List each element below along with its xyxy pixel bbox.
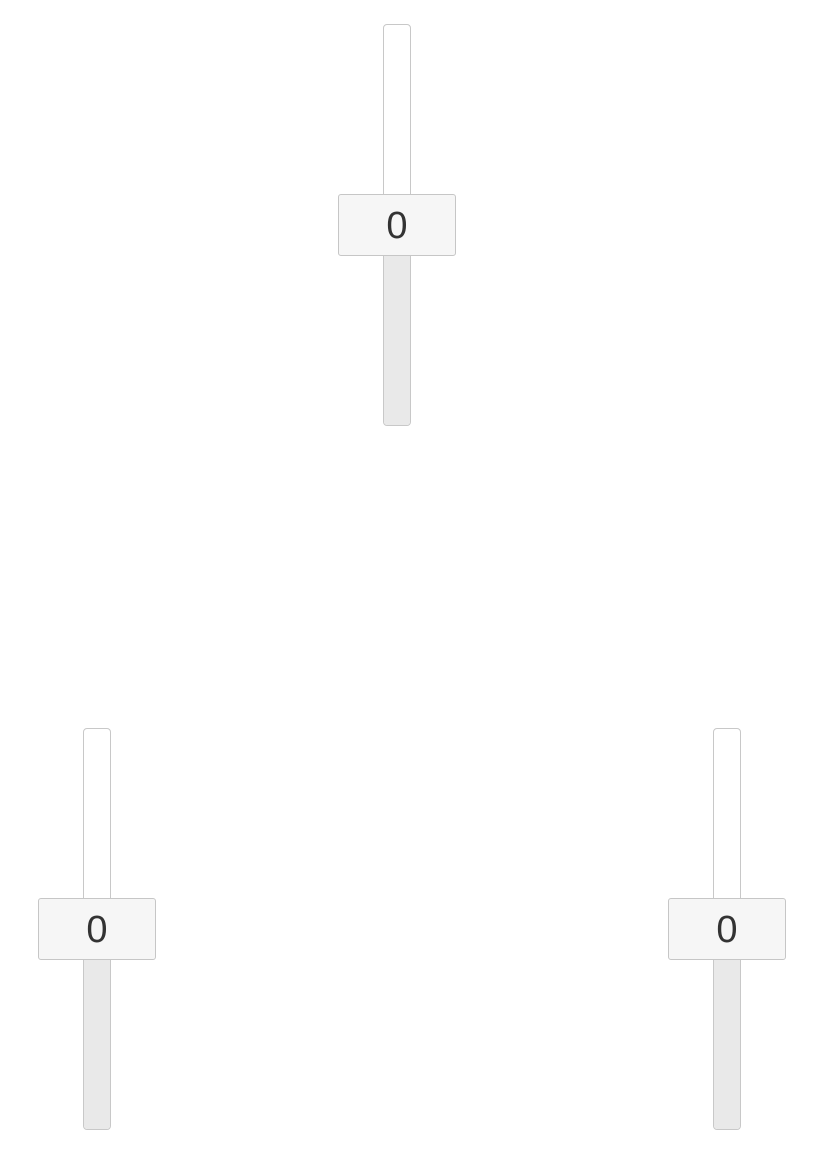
slider-handle[interactable]: 0 [338, 194, 456, 256]
vertical-slider-bottom-right[interactable]: 0 [668, 728, 788, 1132]
slider-handle[interactable]: 0 [38, 898, 156, 960]
vertical-slider-bottom-left[interactable]: 0 [38, 728, 158, 1132]
slider-handle[interactable]: 0 [668, 898, 786, 960]
vertical-slider-top[interactable]: 0 [338, 24, 458, 428]
